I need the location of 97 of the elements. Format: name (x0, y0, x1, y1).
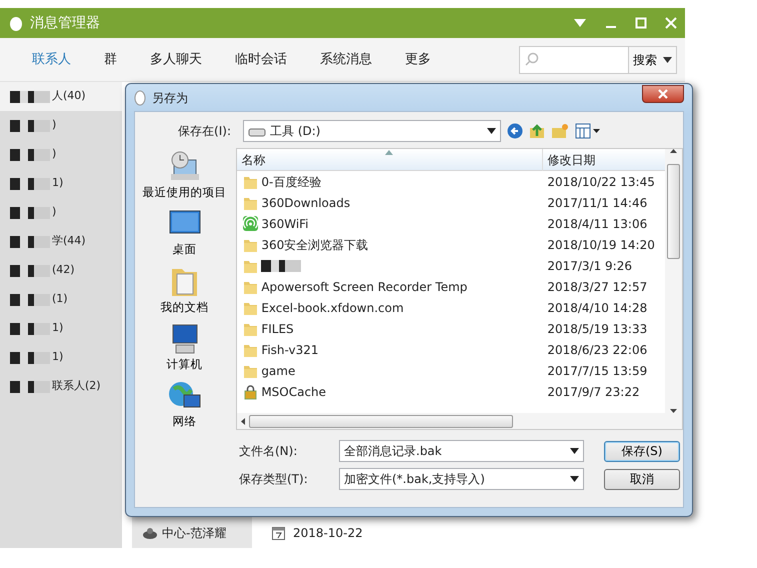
place-label: 桌面 (172, 241, 197, 258)
tab[interactable]: 群 (92, 50, 138, 70)
contact-group[interactable]: 学(44) (52, 233, 86, 250)
file-name[interactable]: 0-百度经验 (261, 172, 322, 190)
place-label: 网络 (172, 413, 197, 430)
file-date: 2017/11/1 14:46 (546, 194, 648, 212)
calendar-icon (272, 526, 285, 540)
contact-group[interactable]: ) (52, 204, 56, 221)
search-button[interactable]: 搜索 (629, 46, 677, 74)
file-date: 2018/4/10 14:28 (546, 300, 648, 316)
new-folder-icon[interactable] (551, 123, 569, 139)
file-date: 2017/3/1 9:26 (546, 258, 632, 274)
caret-icon (663, 56, 672, 62)
file-name[interactable]: FILES (261, 320, 294, 338)
file-date: 2018/10/22 13:45 (546, 174, 655, 190)
caret-icon (570, 476, 579, 482)
caret-icon (487, 128, 496, 134)
contact-group[interactable]: (42) (52, 262, 75, 279)
place-label: 最近使用的项目 (142, 184, 227, 201)
blurred-name (10, 120, 50, 132)
place-item[interactable]: 网络 (168, 379, 202, 430)
file-name[interactable]: game (261, 362, 296, 380)
file-date: 2018/4/11 13:06 (546, 216, 648, 232)
search-field[interactable] (519, 46, 629, 74)
contact-group[interactable]: 1) (52, 175, 64, 192)
column-header[interactable]: 修改日期 (543, 149, 596, 170)
horizontal-scrollbar[interactable] (237, 413, 682, 429)
place-item[interactable]: 最近使用的项目 (142, 150, 227, 202)
tab[interactable]: 系统消息 (308, 50, 393, 70)
field-label: 保存类型(T): (239, 471, 309, 488)
file-name[interactable]: MSOCache (261, 382, 326, 400)
scroll-up-icon (670, 149, 677, 153)
filename-field[interactable]: 全部消息记录.bak (339, 440, 584, 462)
file-name[interactable]: 360安全浏览器下载 (261, 236, 368, 254)
blurred-name (10, 352, 50, 364)
message-date: 2018-10-22 (293, 524, 363, 542)
file-name[interactable]: 360WiFi (261, 214, 309, 232)
contact-group[interactable]: 1) (52, 320, 64, 337)
place-label: 我的文档 (160, 298, 209, 316)
tab[interactable]: 临时会话 (223, 50, 308, 70)
file-date: 2018/3/27 12:57 (546, 278, 648, 296)
file-date: 2018/10/19 14:20 (546, 236, 655, 254)
field-label: 保存在(I): (177, 123, 231, 140)
blurred-name (10, 380, 50, 392)
blurred-name (10, 148, 50, 160)
vertical-scrollbar[interactable] (665, 149, 682, 413)
file-date: 2018/6/23 22:06 (546, 342, 648, 358)
dropdown-icon[interactable] (573, 18, 587, 28)
place-item[interactable]: 计算机 (166, 322, 203, 373)
contact-group[interactable]: (1) (52, 291, 68, 308)
file-date: 2018/5/19 13:33 (546, 320, 648, 338)
contact-group[interactable]: 人(40) (52, 88, 86, 105)
maximize-icon[interactable] (635, 17, 647, 29)
location-dropdown[interactable]: 工具 (D:) (243, 120, 501, 142)
view-menu-icon[interactable] (575, 123, 601, 139)
place-item[interactable]: 我的文档 (160, 264, 209, 316)
contact-group[interactable]: 1) (52, 349, 64, 366)
close-icon (658, 88, 668, 98)
field-label: 文件名(N): (239, 443, 298, 460)
blurred-name (10, 178, 50, 190)
blurred-name (10, 294, 50, 306)
blurred-name (10, 264, 50, 276)
tab[interactable]: 更多 (393, 50, 452, 70)
place-item[interactable]: 桌面 (168, 207, 202, 258)
wifi-icon (243, 216, 258, 232)
blurred-name (10, 90, 50, 102)
blurred-name (10, 322, 50, 334)
file-name[interactable]: Excel-book.xfdown.com (261, 298, 404, 316)
file-name[interactable]: 360Downloads (261, 194, 350, 212)
file-name[interactable]: Apowersoft Screen Recorder Temp (261, 278, 468, 296)
contact-group[interactable]: ) (52, 117, 56, 134)
file-type-dropdown[interactable]: 加密文件(*.bak,支持导入) (339, 468, 584, 490)
file-name[interactable]: Fish-v321 (261, 340, 319, 358)
lock-icon (243, 384, 258, 400)
contact-group[interactable]: 联系人(2) (52, 378, 101, 395)
tab[interactable]: 联系人 (20, 50, 92, 70)
blurred-name (10, 236, 50, 248)
cancel-button[interactable]: 取消 (604, 468, 680, 490)
dialog-title: 另存为 (152, 90, 188, 106)
file-date: 2017/9/7 23:22 (546, 384, 640, 400)
window-title: 消息管理器 (30, 14, 100, 32)
caret-icon (570, 448, 579, 454)
scroll-left-icon (241, 418, 246, 424)
tab[interactable]: 多人聊天 (138, 50, 223, 70)
up-folder-icon[interactable] (529, 123, 545, 139)
save-button[interactable]: 保存(S) (604, 440, 680, 462)
blurred-name (10, 206, 50, 218)
place-label: 计算机 (166, 356, 203, 373)
file-date: 2017/7/15 13:59 (546, 362, 648, 380)
close-icon[interactable] (665, 17, 677, 29)
close-button[interactable] (642, 84, 684, 102)
contact-group[interactable]: ) (52, 146, 56, 163)
sender-name: 中心-范泽耀 (162, 524, 226, 542)
blurred-name (261, 260, 302, 272)
sort-arrow-icon (385, 150, 394, 155)
avatar-icon (142, 526, 158, 538)
back-icon[interactable] (507, 123, 523, 139)
